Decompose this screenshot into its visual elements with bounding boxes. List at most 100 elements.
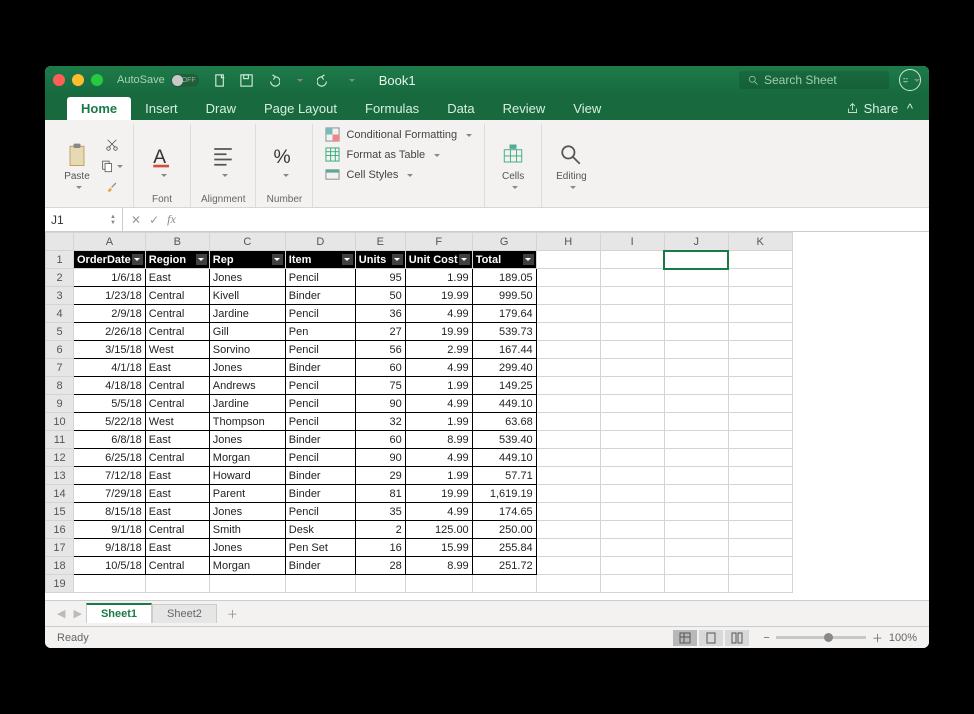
cell[interactable]: West (145, 413, 209, 431)
cell[interactable] (355, 575, 405, 593)
cell[interactable]: 4.99 (405, 395, 472, 413)
cell[interactable]: 90 (355, 395, 405, 413)
cell[interactable]: 4.99 (405, 305, 472, 323)
cell[interactable] (664, 557, 728, 575)
cell[interactable]: 539.73 (472, 323, 536, 341)
cell[interactable]: Central (145, 449, 209, 467)
cell[interactable]: 56 (355, 341, 405, 359)
cell[interactable]: Kivell (209, 287, 285, 305)
cell[interactable] (536, 269, 600, 287)
cell[interactable] (728, 575, 792, 593)
filter-dropdown-icon[interactable] (459, 254, 470, 265)
cell[interactable] (728, 377, 792, 395)
cell[interactable] (664, 395, 728, 413)
cell[interactable] (536, 341, 600, 359)
cell[interactable] (728, 503, 792, 521)
cell[interactable]: 60 (355, 359, 405, 377)
cell[interactable]: 3/15/18 (74, 341, 146, 359)
copy-button[interactable] (101, 157, 123, 175)
zoom-in-button[interactable]: ＋ (872, 630, 883, 646)
cell[interactable]: Unit Cost (405, 251, 472, 269)
cell[interactable] (664, 341, 728, 359)
sheet-tab-sheet1[interactable]: Sheet1 (86, 603, 152, 623)
sheet-tab-sheet2[interactable]: Sheet2 (152, 604, 217, 623)
cell[interactable] (536, 503, 600, 521)
cell[interactable]: 189.05 (472, 269, 536, 287)
cell[interactable]: Binder (285, 287, 355, 305)
cell[interactable]: Region (145, 251, 209, 269)
cell[interactable] (472, 575, 536, 593)
undo-button[interactable] (261, 70, 285, 90)
cell[interactable] (664, 377, 728, 395)
accept-formula-button[interactable]: ✓ (149, 213, 159, 227)
cell[interactable] (664, 449, 728, 467)
cell[interactable] (600, 485, 664, 503)
cell[interactable]: 4/1/18 (74, 359, 146, 377)
sheet-nav-prev[interactable]: ◀ (53, 607, 69, 620)
cell[interactable]: East (145, 503, 209, 521)
cell[interactable] (536, 287, 600, 305)
cell[interactable] (600, 377, 664, 395)
cell[interactable]: East (145, 467, 209, 485)
cell[interactable]: 4.99 (405, 359, 472, 377)
page-layout-view-button[interactable] (699, 630, 723, 646)
cell[interactable]: 29 (355, 467, 405, 485)
cell[interactable]: Jardine (209, 395, 285, 413)
cell[interactable]: 95 (355, 269, 405, 287)
row-header[interactable]: 8 (46, 377, 74, 395)
cell[interactable]: Jardine (209, 305, 285, 323)
cell[interactable] (536, 467, 600, 485)
ribbon-tab-formulas[interactable]: Formulas (351, 97, 433, 120)
cell[interactable] (664, 305, 728, 323)
cell[interactable] (536, 431, 600, 449)
cell[interactable] (285, 575, 355, 593)
row-header[interactable]: 6 (46, 341, 74, 359)
cell[interactable]: 8.99 (405, 557, 472, 575)
cell[interactable]: Jones (209, 269, 285, 287)
cell[interactable]: 2/9/18 (74, 305, 146, 323)
cell[interactable]: 75 (355, 377, 405, 395)
ribbon-tab-page-layout[interactable]: Page Layout (250, 97, 351, 120)
cell[interactable] (600, 467, 664, 485)
cell[interactable] (664, 575, 728, 593)
formula-input[interactable] (184, 208, 929, 231)
cell[interactable]: East (145, 485, 209, 503)
cell[interactable] (664, 251, 728, 269)
cell[interactable] (600, 521, 664, 539)
cell[interactable] (664, 485, 728, 503)
cell[interactable]: Pencil (285, 449, 355, 467)
cell[interactable]: 1.99 (405, 413, 472, 431)
cell[interactable]: Andrews (209, 377, 285, 395)
cell[interactable] (536, 557, 600, 575)
cell[interactable]: Thompson (209, 413, 285, 431)
row-header[interactable]: 14 (46, 485, 74, 503)
cell[interactable]: 2/26/18 (74, 323, 146, 341)
cell[interactable]: Central (145, 305, 209, 323)
cell[interactable] (600, 449, 664, 467)
format-painter-button[interactable] (101, 178, 123, 196)
cell[interactable]: 4/18/18 (74, 377, 146, 395)
ribbon-tab-home[interactable]: Home (67, 97, 131, 120)
cell[interactable]: 149.25 (472, 377, 536, 395)
fx-icon[interactable]: fx (167, 212, 176, 227)
cell[interactable]: 250.00 (472, 521, 536, 539)
column-header-A[interactable]: A (74, 233, 146, 251)
cell[interactable] (664, 539, 728, 557)
cell[interactable]: 999.50 (472, 287, 536, 305)
cell[interactable]: Central (145, 287, 209, 305)
cell[interactable]: 7/29/18 (74, 485, 146, 503)
cell[interactable]: Central (145, 395, 209, 413)
cell[interactable] (728, 467, 792, 485)
undo-dropdown[interactable] (287, 70, 311, 90)
cell[interactable]: 449.10 (472, 449, 536, 467)
row-header[interactable]: 4 (46, 305, 74, 323)
cell[interactable]: East (145, 539, 209, 557)
ribbon-tab-draw[interactable]: Draw (192, 97, 250, 120)
cell[interactable] (728, 449, 792, 467)
cell[interactable] (600, 305, 664, 323)
row-header[interactable]: 13 (46, 467, 74, 485)
zoom-window-button[interactable] (91, 74, 103, 86)
column-header-E[interactable]: E (355, 233, 405, 251)
cell[interactable] (600, 539, 664, 557)
cell[interactable]: 539.40 (472, 431, 536, 449)
